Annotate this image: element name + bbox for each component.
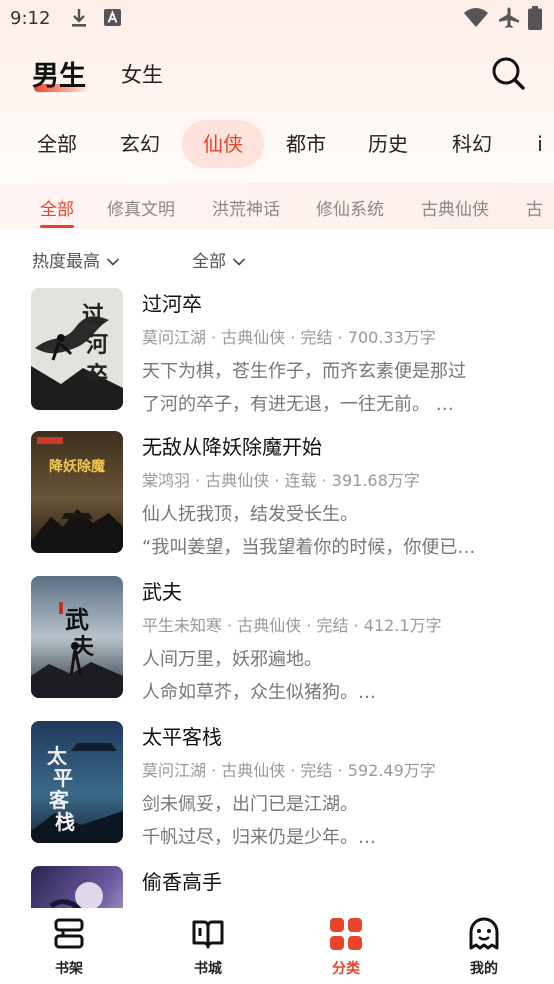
filter-bar: 热度最高 全部 <box>0 247 554 275</box>
tab-category-label: 分类 <box>332 961 360 977</box>
book-description-line1: 天下为棋，苍生作子，而齐玄素便是那过 <box>142 361 466 382</box>
profile-icon <box>469 917 499 950</box>
book-cover[interactable] <box>31 866 123 908</box>
subgenre-all[interactable]: 全部 <box>40 195 74 220</box>
tab-bookstore-label: 书城 <box>194 961 222 977</box>
status-label: 全部 <box>192 252 226 272</box>
text-a-icon <box>104 9 121 26</box>
tab-female[interactable]: 女生 <box>121 59 163 89</box>
svg-text:武: 武 <box>65 605 89 634</box>
book-description-line2: 千帆过尽，归来仍是少年。… <box>142 827 376 848</box>
book-title: 无敌从降妖除魔开始 <box>142 435 322 459</box>
status-bar: 9:12 <box>0 0 554 38</box>
genre-urban[interactable]: 都市 <box>276 120 336 168</box>
bookstore-icon <box>192 920 224 949</box>
subgenre-cultivation-civilization[interactable]: 修真文明 <box>107 195 175 220</box>
book-meta: 莫问江湖 · 古典仙侠 · 完结 · 592.49万字 <box>142 761 436 780</box>
tab-profile-label: 我的 <box>470 961 498 977</box>
book-cover[interactable]: 过 河 卒 <box>31 288 123 410</box>
subgenre-classic-xianxia[interactable]: 古典仙侠 <box>421 195 489 220</box>
subgenre-mythology[interactable]: 洪荒神话 <box>212 195 280 220</box>
sort-dropdown[interactable]: 热度最高 <box>32 247 120 272</box>
book-cover[interactable]: 武 夫 <box>31 576 123 698</box>
svg-text:过: 过 <box>82 302 104 328</box>
tab-category[interactable]: 分类 <box>306 916 386 980</box>
book-title: 过河卒 <box>142 292 202 316</box>
book-description-line1: 仙人抚我顶，结发受长生。 <box>142 504 358 525</box>
book-title: 偷香高手 <box>142 870 222 894</box>
bookshelf-icon <box>54 918 84 949</box>
tab-bookshelf-label: 书架 <box>55 961 83 977</box>
book-description-line1: 剑未佩妥，出门已是江湖。 <box>142 794 358 815</box>
category-icon <box>330 918 362 950</box>
genre-xuanhuan[interactable]: 玄幻 <box>110 120 170 168</box>
genre-history[interactable]: 历史 <box>358 120 418 168</box>
svg-text:降妖除魔: 降妖除魔 <box>49 458 106 475</box>
book-description-line1: 人间万里，妖邪遍地。 <box>142 649 322 670</box>
book-item[interactable]: 太 平 客 栈 太平客栈 莫问江湖 · 古典仙侠 · 完结 · 592.49万字… <box>0 721 554 848</box>
battery-icon <box>528 6 542 30</box>
svg-text:河: 河 <box>86 332 108 358</box>
tab-profile[interactable]: 我的 <box>444 916 524 980</box>
book-meta: 平生未知寒 · 古典仙侠 · 完结 · 412.1万字 <box>142 616 442 635</box>
svg-text:栈: 栈 <box>55 810 75 834</box>
book-list: 过 河 卒 过河卒 莫问江湖 · 古典仙侠 · 完结 · 700.33万字 天下… <box>0 288 554 908</box>
genre-more[interactable]: i <box>530 120 550 168</box>
sort-label: 热度最高 <box>32 252 100 272</box>
genre-tabs: 全部 玄幻 仙侠 都市 历史 科幻 i <box>0 120 554 168</box>
subgenre-more[interactable]: 古 <box>526 195 543 220</box>
airplane-mode-icon <box>499 7 519 28</box>
svg-text:太: 太 <box>47 744 68 768</box>
book-item[interactable]: 偷香高手 <box>0 866 554 908</box>
book-title: 太平客栈 <box>142 725 222 749</box>
genre-xianxia[interactable]: 仙侠 <box>182 120 264 168</box>
book-description-line2: 了河的卒子，有进无退，一往无前。 … <box>142 394 454 415</box>
book-meta: 莫问江湖 · 古典仙侠 · 完结 · 700.33万字 <box>142 328 436 347</box>
chevron-down-icon <box>232 258 246 266</box>
book-meta: 棠鸿羽 · 古典仙侠 · 连载 · 391.68万字 <box>142 471 420 490</box>
tab-bookstore[interactable]: 书城 <box>168 916 248 980</box>
book-description-line2: “我叫姜望，当我望着你的时候，你便已… <box>142 537 476 558</box>
book-cover[interactable]: 太 平 客 栈 <box>31 721 123 843</box>
svg-text:客: 客 <box>48 788 70 812</box>
book-item[interactable]: 过 河 卒 过河卒 莫问江湖 · 古典仙侠 · 完结 · 700.33万字 天下… <box>0 288 554 415</box>
svg-text:夫: 夫 <box>72 634 95 660</box>
download-icon <box>72 9 86 27</box>
svg-text:平: 平 <box>53 766 73 790</box>
book-item[interactable]: 武 夫 武夫 平生未知寒 · 古典仙侠 · 完结 · 412.1万字 人间万里，… <box>0 576 554 703</box>
wifi-icon <box>464 8 488 27</box>
status-time: 9:12 <box>10 8 51 29</box>
subgenre-tabs: 全部 修真文明 洪荒神话 修仙系统 古典仙侠 古 <box>0 183 554 229</box>
tab-male[interactable]: 男生 <box>32 54 86 93</box>
tab-bookshelf[interactable]: 书架 <box>29 916 109 980</box>
genre-all[interactable]: 全部 <box>27 120 87 168</box>
search-icon[interactable] <box>489 54 527 92</box>
book-title: 武夫 <box>142 580 182 604</box>
chevron-down-icon <box>106 258 120 266</box>
book-item[interactable]: 降妖除魔 无敌从降妖除魔开始 棠鸿羽 · 古典仙侠 · 连载 · 391.68万… <box>0 431 554 558</box>
genre-scifi[interactable]: 科幻 <box>442 120 502 168</box>
book-cover[interactable]: 降妖除魔 <box>31 431 123 553</box>
svg-text:卒: 卒 <box>86 362 108 388</box>
status-dropdown[interactable]: 全部 <box>192 247 246 272</box>
book-description-line2: 人命如草芥，众生似猪狗。… <box>142 682 376 703</box>
bottom-tab-bar: 书架 书城 分类 我的 <box>0 908 554 984</box>
subgenre-cultivation-system[interactable]: 修仙系统 <box>316 195 384 220</box>
active-subgenre-indicator <box>40 225 74 228</box>
